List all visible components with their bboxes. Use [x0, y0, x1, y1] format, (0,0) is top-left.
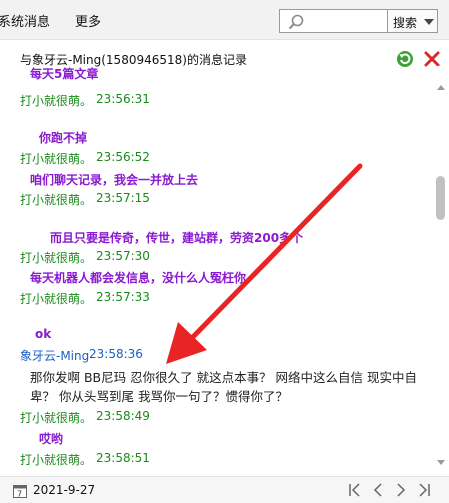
calendar-icon[interactable]: 7 [13, 484, 27, 498]
menu-system-messages[interactable]: 系统消息 [0, 11, 50, 30]
search-icon [288, 14, 304, 30]
message-list: 每天5篇文章 打小就很萌。 23:56:31 你跑不掉 打小就很萌。 23:56… [0, 66, 433, 474]
scrollbar-track[interactable] [433, 66, 449, 474]
scroll-down-icon[interactable] [437, 460, 445, 465]
history-date: 2021-9-27 [33, 483, 96, 497]
menu-more[interactable]: 更多 [75, 11, 101, 30]
footer-bar: 7 2021-9-27 [0, 476, 449, 503]
message-text: 咱们聊天记录，我会一并放上去 [30, 173, 199, 187]
search-button[interactable]: 搜索 [387, 9, 438, 33]
message-time: 23:58:51 [96, 451, 150, 465]
previous-page-icon[interactable] [370, 482, 386, 498]
message-sender: 打小就很萌。 [20, 292, 93, 306]
message-sender: 打小就很萌。 [20, 152, 93, 166]
message-text: 而且只要是传奇，传世，建站群，劳资200多个 [50, 231, 304, 245]
message-sender: 打小就很萌。 [20, 193, 93, 207]
message-sender: 打小就很萌。 [20, 94, 93, 108]
message-sender: 打小就很萌。 [20, 411, 93, 425]
message-text: 哎哟 [39, 432, 64, 446]
message-sender: 打小就很萌。 [20, 453, 93, 467]
message-time: 23:56:31 [96, 92, 150, 106]
first-page-icon[interactable] [347, 482, 363, 498]
search-button-label: 搜索 [393, 16, 418, 30]
message-time: 23:56:52 [96, 150, 150, 164]
scrollbar-thumb[interactable] [436, 176, 445, 220]
toolbar: 系统消息 更多 搜索 [0, 0, 449, 40]
chevron-down-icon[interactable] [424, 19, 434, 25]
svg-text:7: 7 [17, 490, 22, 499]
next-page-icon[interactable] [393, 482, 409, 498]
message-text: 你跑不掉 [39, 131, 88, 145]
message-sender: 打小就很萌。 [20, 251, 93, 265]
message-text: 那你发啊 BB尼玛 忍你很久了 就这点本事？ 网络中这么自信 现实中自卑？ 你从… [30, 370, 418, 404]
message-text: 每天机器人都会发信息，没什么人冤枉你 [30, 271, 247, 285]
message-time: 23:58:49 [96, 409, 150, 423]
message-sender: 象牙云-Ming [20, 349, 90, 363]
search-input[interactable] [279, 9, 388, 33]
last-page-icon[interactable] [416, 482, 432, 498]
message-time: 23:57:30 [96, 249, 150, 263]
scroll-up-icon[interactable] [437, 85, 445, 90]
message-time: 23:57:15 [96, 191, 150, 205]
message-text: 每天5篇文章 [30, 67, 99, 81]
message-time: 23:58:36 [89, 347, 143, 361]
message-text: ok [35, 327, 52, 341]
message-time: 23:57:33 [96, 290, 150, 304]
